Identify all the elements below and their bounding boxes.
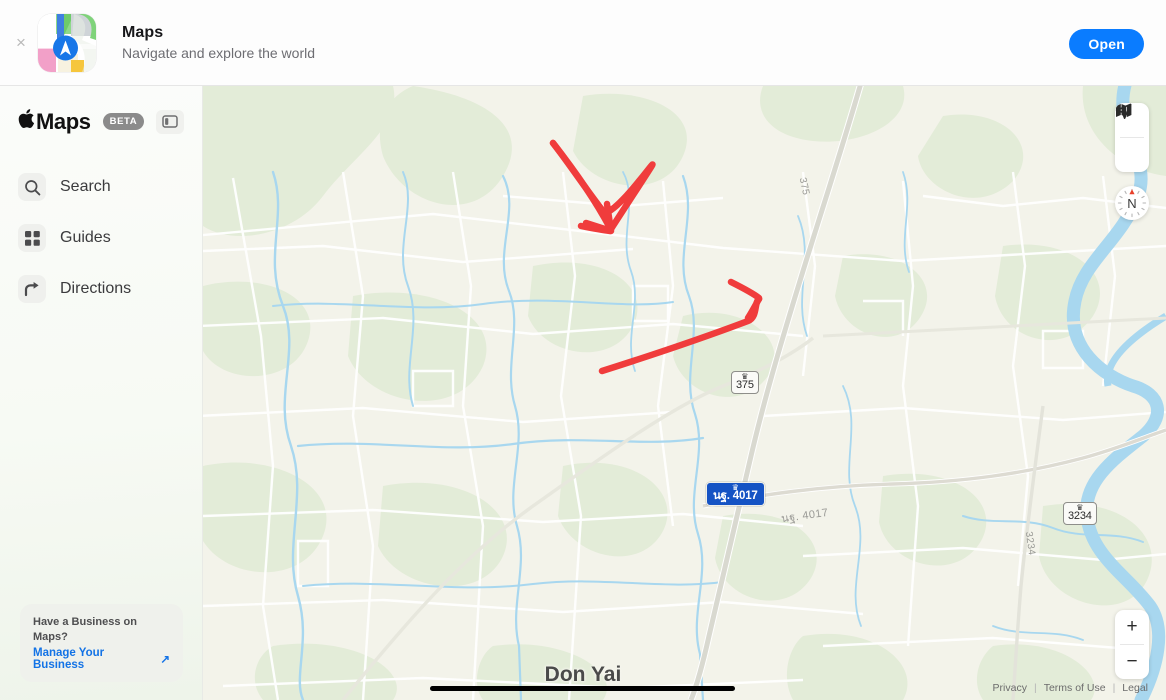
banner-tagline: Navigate and explore the world [122, 45, 316, 61]
zoom-out-button[interactable]: − [1115, 645, 1149, 679]
sidebar-item-label: Directions [60, 280, 132, 297]
banner-text-block: Maps Navigate and explore the world [122, 24, 315, 61]
brand-row: Maps BETA [0, 86, 202, 135]
shield-number: นฐ. 4017 [713, 490, 758, 502]
highway-shield-3234[interactable]: ♛ 3234 [1063, 502, 1097, 525]
sidebar: Maps BETA Search Guides Directions Have … [0, 86, 203, 700]
map-vector-layer [203, 86, 1166, 700]
sidebar-item-search[interactable]: Search [0, 167, 202, 207]
directions-arrow-icon [18, 275, 46, 303]
footer-separator: | [1112, 682, 1116, 694]
app-root: × Maps Navigate and explore the world Op… [0, 0, 1166, 700]
map-control-stack [1115, 103, 1149, 172]
highway-shield-4017[interactable]: ♛ นฐ. 4017 [706, 482, 765, 506]
business-card-question: Have a Business on Maps? [33, 616, 137, 644]
smart-app-banner: × Maps Navigate and explore the world Op… [0, 0, 1166, 86]
home-indicator-bar [430, 686, 735, 691]
banner-app-name: Maps [122, 24, 164, 41]
zoom-control-stack: + − [1115, 610, 1149, 679]
zoom-in-button[interactable]: + [1115, 610, 1149, 644]
open-app-button[interactable]: Open [1069, 29, 1144, 59]
manage-business-card[interactable]: Have a Business on Maps? Manage Your Bus… [20, 604, 183, 682]
locate-arrow-icon[interactable] [1115, 103, 1149, 172]
manage-business-link[interactable]: Manage Your Business ↗ [33, 647, 170, 671]
banner-close-icon[interactable]: × [4, 34, 38, 51]
footer-separator: | [1033, 682, 1037, 694]
sidebar-item-guides[interactable]: Guides [0, 218, 202, 258]
apple-logo-icon [18, 108, 35, 132]
manage-business-link-label: Manage Your Business [33, 647, 105, 671]
sidebar-item-directions[interactable]: Directions [0, 269, 202, 309]
terms-of-use-link[interactable]: Terms of Use [1044, 682, 1106, 694]
sidebar-item-label: Guides [60, 229, 111, 246]
legal-link[interactable]: Legal [1122, 682, 1148, 694]
shield-number: 3234 [1068, 510, 1092, 522]
external-link-arrow-icon: ↗ [160, 654, 170, 666]
compass-control[interactable]: N [1115, 186, 1149, 220]
sidebar-toggle-icon[interactable] [156, 109, 184, 134]
maps-app-icon [38, 13, 96, 72]
map-footer-links: Privacy | Terms of Use | Legal [993, 682, 1148, 694]
search-icon [18, 173, 46, 201]
map-canvas[interactable]: Don Yai Hom 375 นฐ. 4017 3234 ♛ 375 ♛ นฐ… [203, 86, 1166, 700]
beta-badge: BETA [102, 113, 145, 130]
shield-number: 375 [736, 379, 754, 391]
highway-shield-375[interactable]: ♛ 375 [731, 371, 759, 394]
apple-maps-wordmark: Maps [18, 108, 91, 135]
privacy-link[interactable]: Privacy [993, 682, 1027, 694]
guides-grid-icon [18, 224, 46, 252]
sidebar-nav: Search Guides Directions [0, 167, 202, 309]
sidebar-item-label: Search [60, 178, 111, 195]
brand-name: Maps [36, 109, 91, 134]
